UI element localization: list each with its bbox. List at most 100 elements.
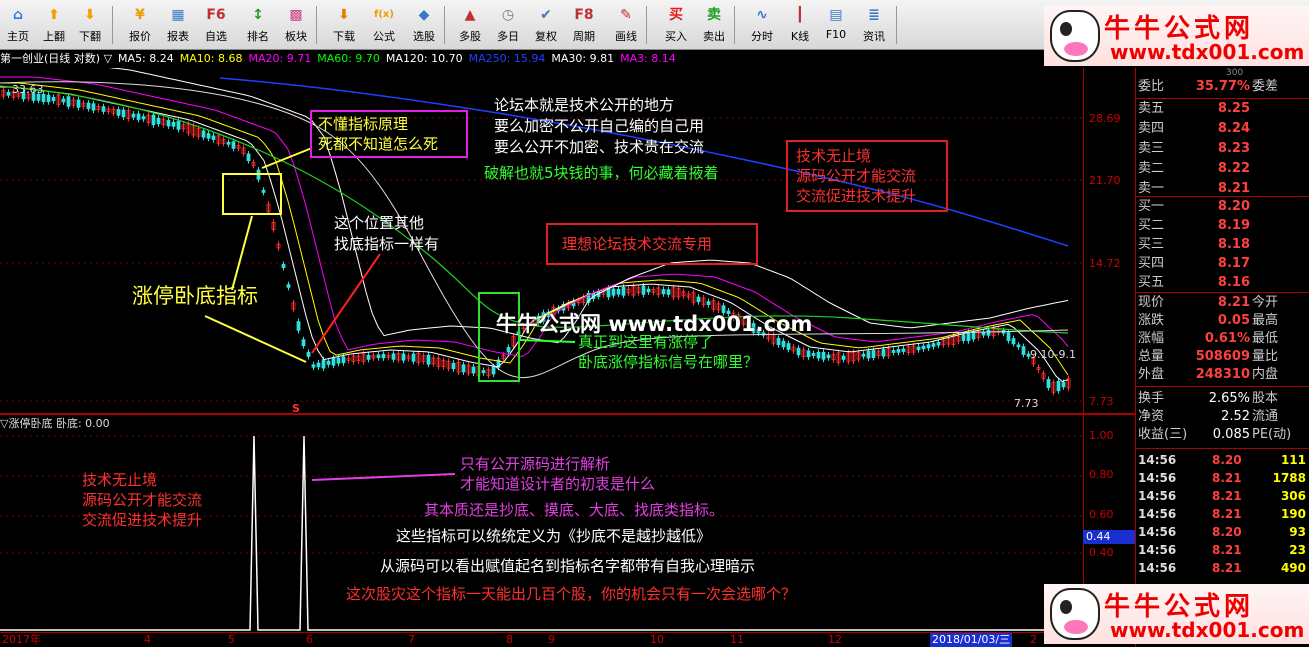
chart-title[interactable]: 第一创业(日线 对数) ▽ bbox=[0, 52, 112, 65]
tick-row: 14:56 8.20 93 bbox=[1136, 523, 1309, 541]
arrow-up-icon: ⬆ bbox=[48, 7, 60, 23]
candle-body bbox=[121, 109, 126, 118]
toolbar-button-1[interactable]: ⬆ 上翻 bbox=[36, 2, 72, 48]
y-tick: 14.72 bbox=[1089, 257, 1121, 270]
candle-body bbox=[916, 346, 921, 351]
ask-row: 卖四 8.24 bbox=[1136, 120, 1309, 138]
stat-value: 2.52 bbox=[1221, 409, 1250, 424]
toolbar-button-label: 多日 bbox=[497, 30, 519, 43]
stat-row: 涨幅 0.61% 最低 bbox=[1136, 330, 1309, 348]
tick-time: 14:56 bbox=[1138, 507, 1177, 521]
toolbar-button-label: 多股 bbox=[459, 30, 481, 43]
candle-body bbox=[1046, 379, 1051, 388]
toolbar-button-label: 画线 bbox=[615, 30, 637, 43]
ask-label: 卖五 bbox=[1138, 101, 1165, 116]
toolbar-button-18[interactable]: ∿ 分时 bbox=[744, 2, 780, 48]
bid-price: 8.20 bbox=[1217, 199, 1250, 214]
ask-row: 卖五 8.25 bbox=[1136, 100, 1309, 118]
candle-body bbox=[881, 348, 886, 357]
panel-separator bbox=[1136, 196, 1309, 197]
toolbar-button-2[interactable]: ⬇ 下翻 bbox=[72, 2, 108, 48]
toolbar-separator bbox=[112, 6, 113, 44]
toolbar-button-14[interactable]: F8 周期 bbox=[566, 2, 602, 48]
rank-icon: ↕ bbox=[252, 7, 264, 23]
stat-row: 收益(三) 0.085 PE(动) bbox=[1136, 426, 1309, 444]
candle-body bbox=[666, 289, 671, 295]
stat-label: 净资 bbox=[1138, 409, 1165, 424]
stat-label: 现价 bbox=[1138, 295, 1165, 310]
candle-body bbox=[391, 353, 396, 360]
stat-row: 总量 508609 量比 bbox=[1136, 348, 1309, 366]
tick-row: 14:56 8.21 306 bbox=[1136, 487, 1309, 505]
annotation-text: 源码公开才能交流 bbox=[796, 167, 917, 185]
date-tick: 12 bbox=[828, 633, 842, 646]
candle-body bbox=[136, 113, 141, 120]
annotation-text: 技术无止境 bbox=[796, 147, 872, 165]
candle-body bbox=[471, 366, 476, 374]
toolbar-button-16[interactable]: 买买入 bbox=[658, 2, 694, 48]
toolbar-button-label: 资讯 bbox=[863, 30, 885, 43]
candle-body bbox=[226, 141, 231, 145]
toolbar-button-3[interactable]: ¥ 报价 bbox=[122, 2, 158, 48]
annotation-text: 死都不知道怎么死 bbox=[318, 135, 439, 153]
candle-body bbox=[921, 345, 926, 350]
tick-time: 14:56 bbox=[1138, 525, 1177, 539]
toolbar-button-13[interactable]: ✔ 复权 bbox=[528, 2, 564, 48]
draw-line-icon: ✎ bbox=[620, 7, 632, 23]
candle-body bbox=[246, 153, 251, 162]
candle-body bbox=[1021, 346, 1026, 355]
toolbar-button-21[interactable]: ≣ 资讯 bbox=[856, 2, 892, 48]
formula-icon: f(x) bbox=[374, 9, 394, 20]
high-price-label: 33.63 bbox=[12, 83, 44, 96]
toolbar-button-4[interactable]: ▦ 报表 bbox=[160, 2, 196, 48]
annotation-text: 源码公开才能交流 bbox=[82, 491, 203, 509]
report-icon: ▦ bbox=[171, 7, 185, 23]
candle-body bbox=[971, 331, 976, 340]
toolbar-button-8[interactable]: ⬇ 下载 bbox=[326, 2, 362, 48]
bid-label: 买二 bbox=[1138, 218, 1165, 233]
ask-label: 卖三 bbox=[1138, 141, 1165, 156]
toolbar-button-20[interactable]: ▤ F10 bbox=[818, 2, 854, 48]
annotation-text: 这个位置其他 bbox=[334, 214, 425, 232]
pane-divider[interactable] bbox=[0, 413, 1135, 415]
candle-body bbox=[841, 355, 846, 360]
toolbar-button-15[interactable]: ✎ 画线 bbox=[608, 2, 644, 48]
ask-label: 卖二 bbox=[1138, 161, 1165, 176]
candle-body bbox=[1061, 382, 1066, 388]
toolbar-button-7[interactable]: ▩ 板块 bbox=[278, 2, 314, 48]
toolbar-button-19[interactable]: ┃ K线 bbox=[782, 2, 818, 48]
toolbar-button-9[interactable]: f(x) 公式 bbox=[366, 2, 402, 48]
toolbar-button-10[interactable]: ◆ 选股 bbox=[406, 2, 442, 48]
stat-label-2: 最低 bbox=[1252, 331, 1279, 346]
tick-volume: 23 bbox=[1289, 543, 1306, 557]
candle-body bbox=[1016, 344, 1021, 348]
toolbar-button-0[interactable]: ⌂ 主页 bbox=[0, 2, 36, 48]
toolbar-button-12[interactable]: ◷ 多日 bbox=[490, 2, 526, 48]
candle-body bbox=[281, 263, 286, 269]
stat-row: 涨跌 0.05 最高 bbox=[1136, 312, 1309, 330]
stat-value: 508609 bbox=[1195, 349, 1250, 364]
candle-body bbox=[306, 351, 311, 357]
toolbar-separator bbox=[646, 6, 647, 44]
toolbar-button-label: F10 bbox=[825, 28, 847, 41]
stat-label-2: 量比 bbox=[1252, 349, 1279, 364]
toolbar-button-label: 自选 bbox=[205, 30, 227, 43]
ma-value: MA10: 8.68 bbox=[179, 52, 243, 65]
date-tick: 4 bbox=[144, 633, 151, 646]
panel-separator bbox=[1136, 448, 1309, 449]
candle-body bbox=[616, 288, 621, 295]
stat-row: 净资 2.52 流通 bbox=[1136, 408, 1309, 426]
annotation-text: 破解也就5块钱的事，何必藏着掖着 bbox=[484, 164, 719, 182]
toolbar-button-6[interactable]: ↕ 排名 bbox=[240, 2, 276, 48]
stat-value: 2.65% bbox=[1208, 391, 1250, 406]
toolbar-button-label: 报表 bbox=[167, 30, 189, 43]
toolbar-button-5[interactable]: F6 自选 bbox=[198, 2, 234, 48]
stat-label-2: 今开 bbox=[1252, 295, 1279, 310]
y-tick: 0.40 bbox=[1089, 546, 1114, 559]
stat-row: 换手 2.65% 股本 bbox=[1136, 390, 1309, 408]
toolbar-button-11[interactable]: ▲ 多股 bbox=[452, 2, 488, 48]
cow-logo-icon bbox=[1050, 588, 1100, 640]
stat-row: 外盘 248310 内盘 bbox=[1136, 366, 1309, 384]
quote-top-partial: 300 bbox=[1226, 68, 1244, 78]
toolbar-button-17[interactable]: 卖卖出 bbox=[696, 2, 732, 48]
